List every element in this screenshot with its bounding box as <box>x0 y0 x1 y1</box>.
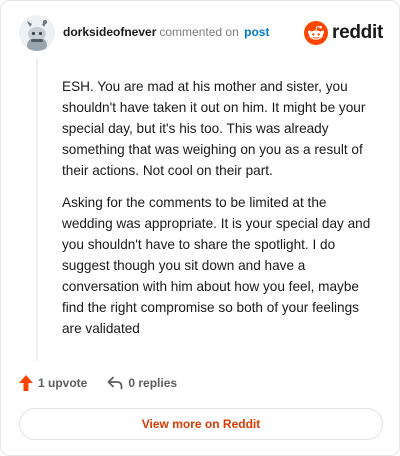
username-link[interactable]: dorksideofnever <box>63 25 156 39</box>
upvote-arrow-icon <box>19 375 33 391</box>
upvote-count: 1 upvote <box>38 376 88 390</box>
post-link[interactable]: post <box>244 25 269 39</box>
comment-paragraph-2: Asking for the comments to be limited at… <box>62 195 371 336</box>
replies-action[interactable]: 0 replies <box>107 376 177 390</box>
comment-actions: 1 upvote 0 replies <box>19 373 177 393</box>
comment-header: dorksideofnever commented on post reddit <box>19 15 383 51</box>
comment-paragraph-1: ESH. You are mad at his mother and siste… <box>62 79 366 178</box>
snoo-avatar-icon <box>19 15 55 51</box>
comment-meta: dorksideofnever commented on post <box>63 25 269 39</box>
view-more-on-reddit-button[interactable]: View more on Reddit <box>19 408 383 440</box>
commented-on-text: commented on <box>159 25 239 39</box>
reddit-logo[interactable]: reddit <box>304 19 383 47</box>
upvote-action[interactable]: 1 upvote <box>19 375 87 391</box>
reddit-wordmark: reddit <box>332 22 383 43</box>
replies-count: 0 replies <box>128 376 178 390</box>
comment-embed-card: dorksideofnever commented on post reddit … <box>0 0 400 456</box>
reply-arrow-icon <box>107 376 123 390</box>
reddit-snoo-icon <box>304 21 329 45</box>
user-avatar[interactable] <box>19 15 55 51</box>
thread-line[interactable] <box>36 57 38 361</box>
comment-body: ESH. You are mad at his mother and siste… <box>62 76 377 350</box>
